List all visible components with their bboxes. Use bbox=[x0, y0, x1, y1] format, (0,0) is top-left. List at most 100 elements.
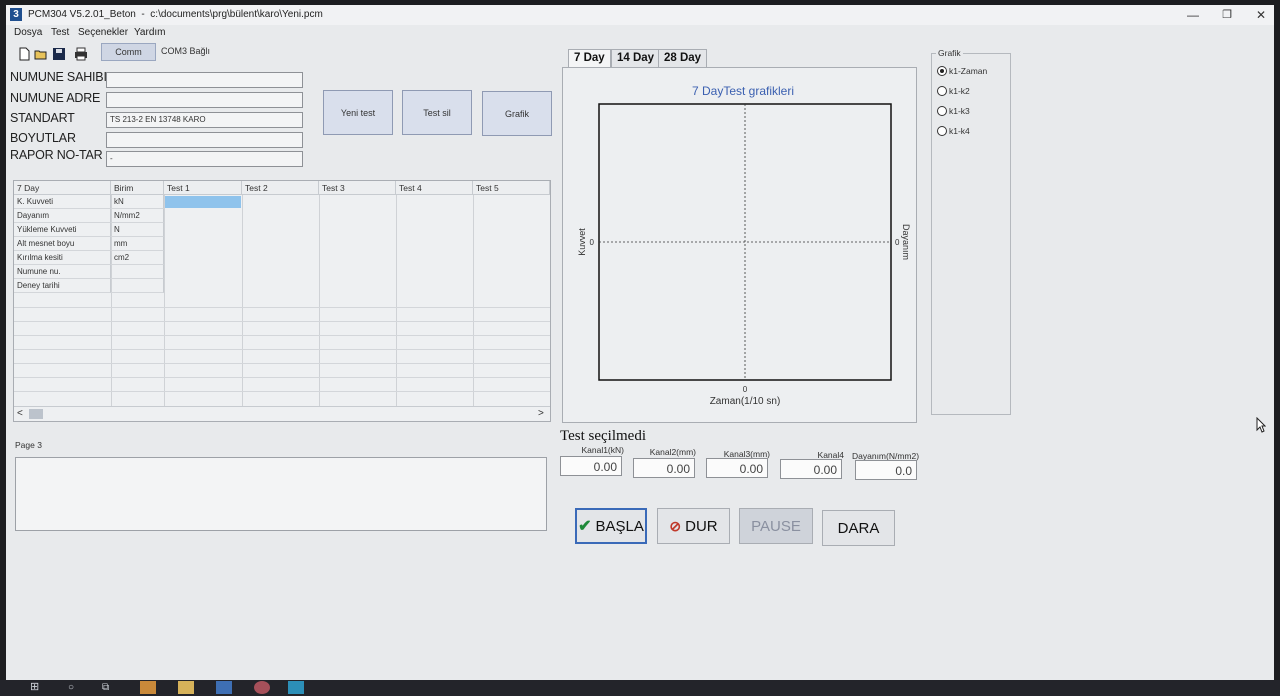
window-title: PCM304 V5.2.01_Beton - c:\documents\prg\… bbox=[28, 9, 323, 20]
table-row-label: Numune nu. bbox=[14, 265, 111, 279]
menu-bar: Dosya Test Seçenekler Yardım bbox=[6, 25, 1274, 41]
radio-selected-icon[interactable] bbox=[937, 66, 947, 76]
radio-k1-k4[interactable]: k1-k4 bbox=[937, 126, 970, 136]
dara-button[interactable]: DARA bbox=[822, 510, 895, 546]
title-bar: 3 PCM304 V5.2.01_Beton - c:\documents\pr… bbox=[6, 5, 1274, 25]
table-row-label: Yükleme Kuvveti bbox=[14, 223, 111, 237]
kanal3-value: 0.00 bbox=[706, 458, 768, 478]
basla-button[interactable]: ✔ BAŞLA bbox=[575, 508, 647, 544]
test-status-label: Test seçilmedi bbox=[560, 428, 647, 444]
chart-svg: 7 DayTest grafikleri 0 0 0 Zaman(1/10 sn… bbox=[577, 84, 911, 407]
y-axis-label-left: Kuvvet bbox=[577, 228, 587, 256]
grid-row-divider bbox=[14, 335, 550, 336]
chart-panel: 7 DayTest grafikleri 0 0 0 Zaman(1/10 sn… bbox=[562, 67, 917, 423]
browser-icon[interactable] bbox=[254, 681, 270, 694]
tab-7-day[interactable]: 7 Day bbox=[568, 49, 611, 67]
mouse-cursor-icon bbox=[1256, 417, 1266, 433]
menu-yardim[interactable]: Yardım bbox=[134, 27, 166, 38]
y-tick-left: 0 bbox=[590, 238, 595, 247]
horizontal-scrollbar[interactable]: < > bbox=[14, 406, 550, 421]
grid-row-divider bbox=[14, 391, 550, 392]
grid-header-test2[interactable]: Test 2 bbox=[242, 181, 319, 195]
x-axis-label: Zaman(1/10 sn) bbox=[710, 396, 781, 407]
taskbar-app-icon[interactable] bbox=[140, 681, 156, 694]
tab-14-day[interactable]: 14 Day bbox=[611, 49, 661, 67]
pause-button[interactable]: PAUSE bbox=[739, 508, 813, 544]
numune-sahibi-input[interactable] bbox=[106, 72, 303, 88]
grid-col-divider bbox=[164, 181, 165, 406]
grid-row-divider bbox=[14, 307, 550, 308]
grid-col-divider bbox=[396, 181, 397, 406]
radio-empty-icon[interactable] bbox=[937, 106, 947, 116]
grid-header-7day: 7 Day bbox=[14, 181, 111, 195]
kanal2-value: 0.00 bbox=[633, 458, 695, 478]
scroll-left-arrow[interactable]: < bbox=[17, 408, 23, 419]
app-logo-icon: 3 bbox=[10, 8, 22, 21]
table-row-label: Alt mesnet boyu bbox=[14, 237, 111, 251]
grid-row-divider bbox=[14, 377, 550, 378]
table-row-label: Deney tarihi bbox=[14, 279, 111, 293]
dur-label: DUR bbox=[685, 517, 718, 535]
print-icon[interactable] bbox=[74, 47, 88, 61]
close-button[interactable]: ✕ bbox=[1244, 5, 1274, 25]
table-row-unit: N bbox=[111, 223, 164, 237]
menu-dosya[interactable]: Dosya bbox=[14, 27, 42, 38]
radio-label: k1-k3 bbox=[949, 106, 970, 116]
grid-header-test1[interactable]: Test 1 bbox=[164, 181, 242, 195]
windows-start-icon[interactable]: ⊞ bbox=[30, 681, 46, 694]
boyutlar-input[interactable] bbox=[106, 132, 303, 148]
radio-label: k1-k2 bbox=[949, 86, 970, 96]
page3-label: Page 3 bbox=[15, 440, 42, 450]
table-row-label: K. Kuvveti bbox=[14, 195, 111, 209]
yeni-test-button[interactable]: Yeni test bbox=[323, 90, 393, 135]
kanal1-value: 0.00 bbox=[560, 456, 622, 476]
basla-label: BAŞLA bbox=[595, 517, 644, 535]
page3-textbox[interactable] bbox=[15, 457, 547, 531]
scroll-thumb[interactable] bbox=[29, 409, 43, 419]
open-folder-icon[interactable] bbox=[34, 47, 48, 61]
table-row-unit bbox=[111, 265, 164, 279]
radio-k1-k2[interactable]: k1-k2 bbox=[937, 86, 970, 96]
taskbar-app-icon[interactable] bbox=[216, 681, 232, 694]
grid-col-divider bbox=[242, 181, 243, 406]
pcm-app-icon[interactable] bbox=[288, 681, 304, 694]
save-icon[interactable] bbox=[52, 47, 66, 61]
table-row-unit: mm bbox=[111, 237, 164, 251]
radio-empty-icon[interactable] bbox=[937, 126, 947, 136]
grid-col-divider bbox=[473, 181, 474, 406]
standart-input[interactable]: TS 213-2 EN 13748 KARO bbox=[106, 112, 303, 128]
tab-28-day[interactable]: 28 Day bbox=[658, 49, 708, 67]
grafik-button[interactable]: Grafik bbox=[482, 91, 552, 136]
rapor-no-label: RAPOR NO-TAR bbox=[10, 148, 103, 162]
grid-col-divider bbox=[319, 181, 320, 406]
rapor-no-input[interactable]: - bbox=[106, 151, 303, 167]
scroll-right-arrow[interactable]: > bbox=[538, 408, 544, 419]
selected-cell[interactable] bbox=[165, 196, 241, 208]
new-file-icon[interactable] bbox=[17, 47, 31, 61]
radio-k1-k3[interactable]: k1-k3 bbox=[937, 106, 970, 116]
radio-k1-zaman[interactable]: k1-Zaman bbox=[937, 66, 987, 76]
file-explorer-icon[interactable] bbox=[178, 681, 194, 694]
menu-test[interactable]: Test bbox=[51, 27, 69, 38]
results-grid: 7 Day Birim Test 1 Test 2 Test 3 Test 4 … bbox=[13, 180, 551, 422]
dayanim-value: 0.0 bbox=[855, 460, 917, 480]
test-sil-button[interactable]: Test sil bbox=[402, 90, 472, 135]
kanal1-label: Kanal1(kN) bbox=[581, 445, 624, 455]
numune-adres-input[interactable] bbox=[106, 92, 303, 108]
radio-empty-icon[interactable] bbox=[937, 86, 947, 96]
table-row-unit: kN bbox=[111, 195, 164, 209]
y-tick-right: 0 bbox=[895, 238, 900, 247]
grid-header-test4[interactable]: Test 4 bbox=[396, 181, 473, 195]
comm-button[interactable]: Comm bbox=[101, 43, 156, 61]
x-tick: 0 bbox=[743, 385, 748, 394]
dur-button[interactable]: ⊘ DUR bbox=[657, 508, 730, 544]
search-icon[interactable]: ○ bbox=[68, 681, 84, 694]
radio-label: k1-k4 bbox=[949, 126, 970, 136]
stop-icon: ⊘ bbox=[669, 517, 682, 534]
task-view-icon[interactable]: ⧉ bbox=[102, 681, 118, 694]
minimize-button[interactable]: — bbox=[1176, 5, 1210, 25]
grid-header-test5[interactable]: Test 5 bbox=[473, 181, 550, 195]
grid-header-test3[interactable]: Test 3 bbox=[319, 181, 396, 195]
menu-secenekler[interactable]: Seçenekler bbox=[78, 27, 128, 38]
maximize-button[interactable]: ❐ bbox=[1210, 5, 1244, 25]
